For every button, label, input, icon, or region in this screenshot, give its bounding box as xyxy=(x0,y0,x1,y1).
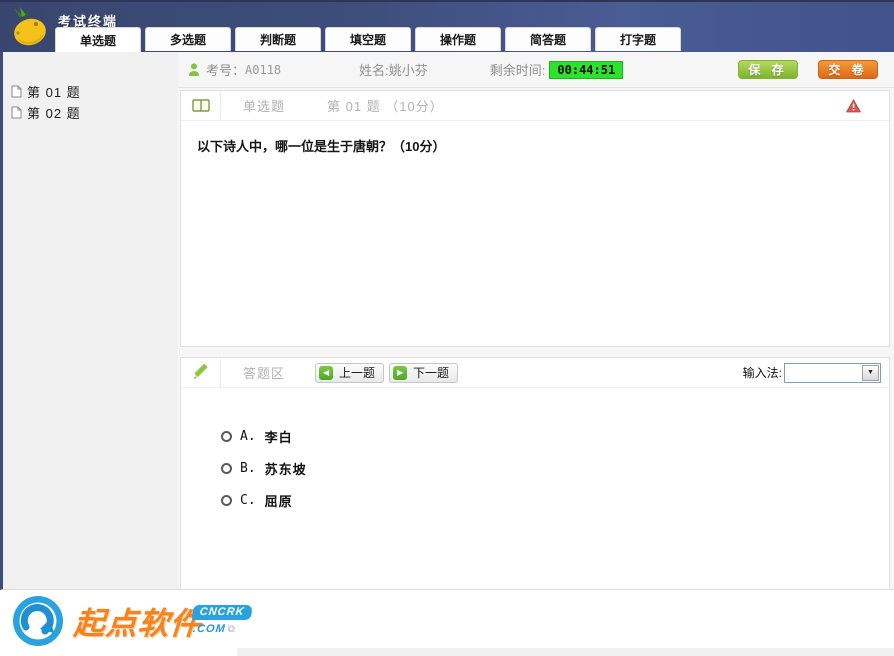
question-panel: 单选题 第 01 题 （10分） 以下诗人中，哪一位是生于唐朝？（10分） xyxy=(180,90,890,347)
question-number-label: 第 01 题 （10分） xyxy=(327,99,444,114)
next-question-button[interactable]: ▶ 下一题 xyxy=(389,362,459,383)
main-area: 考号： A0118 姓名: 姚小芬 剩余时间: 00:44:51 保 存 交 卷… xyxy=(178,52,894,590)
brand-badge: CNCRK .COM⧉ xyxy=(190,603,253,635)
option-text: 苏东坡 xyxy=(264,462,307,477)
radio-option-a[interactable] xyxy=(221,431,232,442)
ime-label: 输入法: xyxy=(742,366,782,380)
ime-select[interactable]: ▼ xyxy=(784,362,881,383)
time-remaining-badge: 00:44:51 xyxy=(549,60,624,79)
sidebar-item-label: 第 01 题 xyxy=(27,85,81,100)
cncrk-logo-icon xyxy=(13,596,63,646)
option-key: A. xyxy=(240,429,256,444)
exam-no-value: A0118 xyxy=(245,62,282,77)
badge-com: .COM xyxy=(192,623,227,635)
footer-watermark: 起点软件 CNCRK .COM⧉ xyxy=(0,590,894,656)
option-text: 屈原 xyxy=(264,494,293,509)
options-list: A. 李白 B. 苏东坡 C. 屈原 xyxy=(181,388,889,509)
answer-icon-cell xyxy=(181,358,221,387)
next-arrow-icon: ▶ xyxy=(393,365,408,380)
name-label: 姓名: xyxy=(359,63,389,78)
next-button-label: 下一题 xyxy=(413,366,450,380)
ime-group: 输入法: ▼ xyxy=(742,362,881,383)
option-a[interactable]: A. 李白 xyxy=(221,428,889,445)
dropdown-arrow-icon[interactable]: ▼ xyxy=(862,364,879,381)
time-label: 剩余时间: xyxy=(489,63,546,78)
document-icon xyxy=(11,85,22,98)
prev-question-button[interactable]: ◀ 上一题 xyxy=(315,362,385,383)
question-list-sidebar: 第 01 题 第 02 题 xyxy=(0,52,178,590)
save-button[interactable]: 保 存 xyxy=(738,60,798,79)
sidebar-item-label: 第 02 题 xyxy=(27,106,81,121)
answer-panel-header: 答题区 ◀ 上一题 ▶ 下一题 输入法: ▼ xyxy=(181,358,889,388)
tab-operation[interactable]: 操作题 xyxy=(415,27,501,51)
tab-multi-choice[interactable]: 多选题 xyxy=(145,27,231,51)
radio-option-c[interactable] xyxy=(221,495,232,506)
option-key: B. xyxy=(240,461,256,476)
answer-area-label: 答题区 xyxy=(243,366,286,381)
tab-short-answer[interactable]: 简答题 xyxy=(505,27,591,51)
question-icon-cell xyxy=(181,91,221,120)
tab-fill-blank[interactable]: 填空题 xyxy=(325,27,411,51)
tab-single-choice[interactable]: 单选题 xyxy=(55,27,141,52)
book-icon xyxy=(191,99,210,112)
name-value: 姚小芬 xyxy=(388,63,428,78)
badge-cncrk: CNCRK xyxy=(191,605,253,620)
sidebar-item-question-01[interactable]: 第 01 题 xyxy=(11,82,178,101)
bottom-strip xyxy=(237,648,894,656)
external-icon: ⧉ xyxy=(227,624,236,635)
exam-info-bar: 考号： A0118 姓名: 姚小芬 剩余时间: 00:44:51 保 存 交 卷 xyxy=(178,52,894,88)
option-key: C. xyxy=(240,493,256,508)
pencil-icon xyxy=(194,364,208,379)
sidebar-item-question-02[interactable]: 第 02 题 xyxy=(11,103,178,122)
warning-icon-wrap[interactable] xyxy=(846,98,861,113)
submit-paper-button[interactable]: 交 卷 xyxy=(818,60,878,79)
option-b[interactable]: B. 苏东坡 xyxy=(221,460,889,477)
radio-option-b[interactable] xyxy=(221,463,232,474)
tab-typing[interactable]: 打字题 xyxy=(595,27,681,51)
prev-button-label: 上一题 xyxy=(339,366,376,380)
question-text: 以下诗人中，哪一位是生于唐朝？（10分） xyxy=(197,139,446,154)
question-type-label: 单选题 xyxy=(243,99,286,114)
tab-true-false[interactable]: 判断题 xyxy=(235,27,321,51)
option-text: 李白 xyxy=(264,430,293,445)
title-bar: 考试终端 单选题 多选题 判断题 填空题 操作题 简答题 打字题 xyxy=(0,0,894,52)
question-panel-header: 单选题 第 01 题 （10分） xyxy=(181,91,889,121)
option-c[interactable]: C. 屈原 xyxy=(221,492,889,509)
prev-arrow-icon: ◀ xyxy=(319,365,334,380)
brand-text[interactable]: 起点软件 xyxy=(72,598,203,643)
tab-row: 单选题 多选题 判断题 填空题 操作题 简答题 打字题 xyxy=(55,27,681,52)
answer-panel: 答题区 ◀ 上一题 ▶ 下一题 输入法: ▼ A. 李白 B. 苏东坡 C. 屈… xyxy=(180,357,890,590)
exam-no-label: 考号： xyxy=(206,63,246,78)
examinee-icon xyxy=(189,62,199,76)
warning-icon xyxy=(846,98,861,112)
pineapple-app-icon xyxy=(14,7,46,46)
document-icon xyxy=(11,106,22,119)
